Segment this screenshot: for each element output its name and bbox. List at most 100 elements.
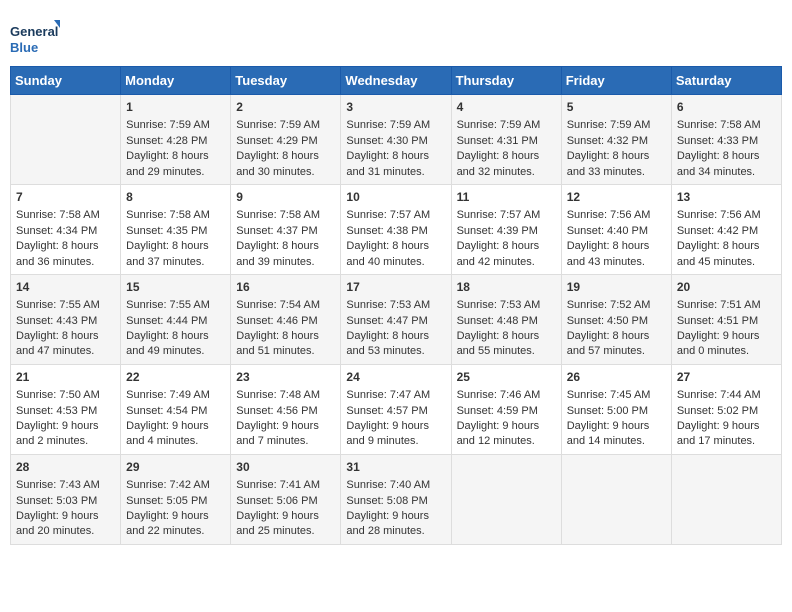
day-info: Sunrise: 7:53 AM Sunset: 4:48 PM Dayligh… <box>457 298 556 360</box>
day-number: 11 <box>457 189 556 206</box>
calendar-cell: 7 Sunrise: 7:58 AM Sunset: 4:34 PM Daylig… <box>11 184 121 274</box>
calendar-cell: 21 Sunrise: 7:50 AM Sunset: 4:53 PM Dayli… <box>11 364 121 454</box>
day-info: Sunrise: 7:55 AM Sunset: 4:43 PM Dayligh… <box>16 298 115 360</box>
calendar-cell: 11 Sunrise: 7:57 AM Sunset: 4:39 PM Dayli… <box>451 184 561 274</box>
day-info: Sunrise: 7:59 AM Sunset: 4:32 PM Dayligh… <box>567 118 666 180</box>
day-number: 7 <box>16 189 115 206</box>
calendar-cell: 10 Sunrise: 7:57 AM Sunset: 4:38 PM Dayli… <box>341 184 451 274</box>
week-row-2: 7 Sunrise: 7:58 AM Sunset: 4:34 PM Daylig… <box>11 184 782 274</box>
day-info: Sunrise: 7:52 AM Sunset: 4:50 PM Dayligh… <box>567 298 666 360</box>
calendar-cell: 4 Sunrise: 7:59 AM Sunset: 4:31 PM Daylig… <box>451 95 561 185</box>
calendar-cell <box>561 454 671 544</box>
day-number: 21 <box>16 369 115 386</box>
day-info: Sunrise: 7:58 AM Sunset: 4:33 PM Dayligh… <box>677 118 776 180</box>
week-row-4: 21 Sunrise: 7:50 AM Sunset: 4:53 PM Dayli… <box>11 364 782 454</box>
day-number: 30 <box>236 459 335 476</box>
calendar-header: SundayMondayTuesdayWednesdayThursdayFrid… <box>11 67 782 95</box>
calendar-cell: 30 Sunrise: 7:41 AM Sunset: 5:06 PM Dayli… <box>231 454 341 544</box>
day-number: 25 <box>457 369 556 386</box>
day-info: Sunrise: 7:59 AM Sunset: 4:30 PM Dayligh… <box>346 118 445 180</box>
weekday-header-sunday: Sunday <box>11 67 121 95</box>
day-info: Sunrise: 7:58 AM Sunset: 4:35 PM Dayligh… <box>126 208 225 270</box>
day-number: 19 <box>567 279 666 296</box>
calendar-cell: 15Sunrise: 7:55 AM Sunset: 4:44 PM Dayli… <box>121 274 231 364</box>
week-row-1: 1Sunrise: 7:59 AM Sunset: 4:28 PM Daylig… <box>11 95 782 185</box>
week-row-3: 14 Sunrise: 7:55 AM Sunset: 4:43 PM Dayli… <box>11 274 782 364</box>
day-info: Sunrise: 7:45 AM Sunset: 5:00 PM Dayligh… <box>567 388 666 450</box>
day-number: 9 <box>236 189 335 206</box>
day-number: 1 <box>126 99 225 116</box>
day-info: Sunrise: 7:48 AM Sunset: 4:56 PM Dayligh… <box>236 388 335 450</box>
day-number: 29 <box>126 459 225 476</box>
day-number: 20 <box>677 279 776 296</box>
svg-text:General: General <box>10 24 58 39</box>
day-number: 3 <box>346 99 445 116</box>
calendar-cell: 2 Sunrise: 7:59 AM Sunset: 4:29 PM Daylig… <box>231 95 341 185</box>
calendar-cell: 8 Sunrise: 7:58 AM Sunset: 4:35 PM Daylig… <box>121 184 231 274</box>
day-number: 12 <box>567 189 666 206</box>
day-info: Sunrise: 7:41 AM Sunset: 5:06 PM Dayligh… <box>236 478 335 540</box>
day-info: Sunrise: 7:58 AM Sunset: 4:34 PM Dayligh… <box>16 208 115 270</box>
calendar-cell: 31 Sunrise: 7:40 AM Sunset: 5:08 PM Dayli… <box>341 454 451 544</box>
weekday-header-saturday: Saturday <box>671 67 781 95</box>
logo-svg: General Blue <box>10 18 60 58</box>
svg-text:Blue: Blue <box>10 40 38 55</box>
calendar-cell: 22Sunrise: 7:49 AM Sunset: 4:54 PM Dayli… <box>121 364 231 454</box>
day-info: Sunrise: 7:56 AM Sunset: 4:40 PM Dayligh… <box>567 208 666 270</box>
calendar-cell <box>671 454 781 544</box>
calendar-cell: 13 Sunrise: 7:56 AM Sunset: 4:42 PM Dayli… <box>671 184 781 274</box>
day-number: 8 <box>126 189 225 206</box>
calendar-cell: 9 Sunrise: 7:58 AM Sunset: 4:37 PM Daylig… <box>231 184 341 274</box>
calendar-table: SundayMondayTuesdayWednesdayThursdayFrid… <box>10 66 782 545</box>
weekday-header-tuesday: Tuesday <box>231 67 341 95</box>
calendar-cell: 6 Sunrise: 7:58 AM Sunset: 4:33 PM Daylig… <box>671 95 781 185</box>
day-number: 28 <box>16 459 115 476</box>
day-info: Sunrise: 7:46 AM Sunset: 4:59 PM Dayligh… <box>457 388 556 450</box>
day-info: Sunrise: 7:51 AM Sunset: 4:51 PM Dayligh… <box>677 298 776 360</box>
day-number: 16 <box>236 279 335 296</box>
day-info: Sunrise: 7:53 AM Sunset: 4:47 PM Dayligh… <box>346 298 445 360</box>
day-info: Sunrise: 7:49 AM Sunset: 4:54 PM Dayligh… <box>126 388 225 450</box>
day-info: Sunrise: 7:58 AM Sunset: 4:37 PM Dayligh… <box>236 208 335 270</box>
calendar-cell <box>11 95 121 185</box>
day-info: Sunrise: 7:54 AM Sunset: 4:46 PM Dayligh… <box>236 298 335 360</box>
day-number: 6 <box>677 99 776 116</box>
day-info: Sunrise: 7:59 AM Sunset: 4:31 PM Dayligh… <box>457 118 556 180</box>
calendar-cell: 29 Sunrise: 7:42 AM Sunset: 5:05 PM Dayli… <box>121 454 231 544</box>
calendar-cell: 28Sunrise: 7:43 AM Sunset: 5:03 PM Dayli… <box>11 454 121 544</box>
day-info: Sunrise: 7:40 AM Sunset: 5:08 PM Dayligh… <box>346 478 445 540</box>
calendar-cell: 3 Sunrise: 7:59 AM Sunset: 4:30 PM Daylig… <box>341 95 451 185</box>
day-number: 14 <box>16 279 115 296</box>
day-number: 4 <box>457 99 556 116</box>
day-info: Sunrise: 7:50 AM Sunset: 4:53 PM Dayligh… <box>16 388 115 450</box>
day-info: Sunrise: 7:59 AM Sunset: 4:29 PM Dayligh… <box>236 118 335 180</box>
calendar-cell: 25 Sunrise: 7:46 AM Sunset: 4:59 PM Dayli… <box>451 364 561 454</box>
calendar-cell: 5Sunrise: 7:59 AM Sunset: 4:32 PM Daylig… <box>561 95 671 185</box>
day-info: Sunrise: 7:44 AM Sunset: 5:02 PM Dayligh… <box>677 388 776 450</box>
calendar-cell: 1Sunrise: 7:59 AM Sunset: 4:28 PM Daylig… <box>121 95 231 185</box>
day-number: 13 <box>677 189 776 206</box>
day-info: Sunrise: 7:56 AM Sunset: 4:42 PM Dayligh… <box>677 208 776 270</box>
day-number: 10 <box>346 189 445 206</box>
day-number: 26 <box>567 369 666 386</box>
calendar-cell: 18 Sunrise: 7:53 AM Sunset: 4:48 PM Dayli… <box>451 274 561 364</box>
calendar-cell: 12 Sunrise: 7:56 AM Sunset: 4:40 PM Dayli… <box>561 184 671 274</box>
weekday-header-row: SundayMondayTuesdayWednesdayThursdayFrid… <box>11 67 782 95</box>
page-header: General Blue <box>10 10 782 58</box>
day-number: 18 <box>457 279 556 296</box>
day-info: Sunrise: 7:57 AM Sunset: 4:38 PM Dayligh… <box>346 208 445 270</box>
day-info: Sunrise: 7:42 AM Sunset: 5:05 PM Dayligh… <box>126 478 225 540</box>
calendar-cell: 17Sunrise: 7:53 AM Sunset: 4:47 PM Dayli… <box>341 274 451 364</box>
calendar-cell: 27 Sunrise: 7:44 AM Sunset: 5:02 PM Dayli… <box>671 364 781 454</box>
day-number: 27 <box>677 369 776 386</box>
day-number: 2 <box>236 99 335 116</box>
weekday-header-wednesday: Wednesday <box>341 67 451 95</box>
day-number: 24 <box>346 369 445 386</box>
calendar-cell: 14 Sunrise: 7:55 AM Sunset: 4:43 PM Dayli… <box>11 274 121 364</box>
day-number: 31 <box>346 459 445 476</box>
weekday-header-monday: Monday <box>121 67 231 95</box>
calendar-cell: 26 Sunrise: 7:45 AM Sunset: 5:00 PM Dayli… <box>561 364 671 454</box>
calendar-cell: 16 Sunrise: 7:54 AM Sunset: 4:46 PM Dayli… <box>231 274 341 364</box>
day-number: 23 <box>236 369 335 386</box>
day-info: Sunrise: 7:57 AM Sunset: 4:39 PM Dayligh… <box>457 208 556 270</box>
